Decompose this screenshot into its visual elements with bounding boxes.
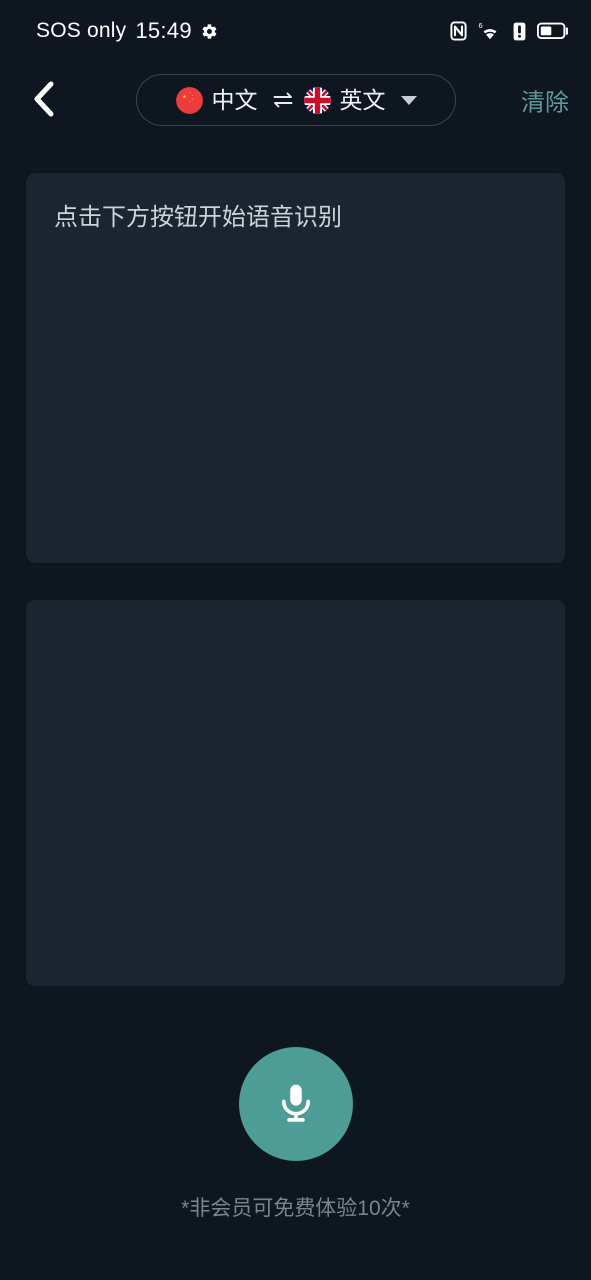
carrier-label: SOS only [36,19,127,42]
recognition-input-panel[interactable]: 点击下方按钮开始语音识别 [26,173,565,563]
china-flag-icon [175,86,203,114]
status-bar-right: 6 [450,21,569,41]
app-screen: SOS only 15:49 6 中文 英文 清除 点击下方按钮开始语音识别 *… [0,0,591,1280]
swap-arrows-icon[interactable] [269,88,293,112]
alert-icon [513,22,526,41]
app-header: 中文 英文 清除 [0,62,591,138]
gear-icon [201,23,218,40]
clock-label: 15:49 [135,18,192,43]
wifi-6-icon: 6 [478,21,502,41]
status-bar-left: SOS only 15:49 [36,18,218,44]
chevron-left-icon [29,79,59,122]
target-language-label: 英文 [339,86,386,113]
status-bar: SOS only 15:49 6 [0,0,591,62]
free-trial-hint: *非会员可免费体验10次* [181,1197,410,1220]
microphone-icon [273,1080,319,1129]
back-button[interactable] [18,74,70,126]
recognition-placeholder-text: 点击下方按钮开始语音识别 [54,204,342,231]
clear-button[interactable]: 清除 [521,83,569,118]
source-language-label: 中文 [211,86,258,113]
uk-flag-icon [303,86,331,114]
chevron-down-icon[interactable] [400,95,417,105]
svg-text:6: 6 [479,21,483,30]
microphone-record-button[interactable] [238,1047,353,1161]
battery-icon [537,22,569,40]
nfc-icon [450,21,467,41]
translation-output-text [26,600,565,628]
language-pair-selector[interactable]: 中文 英文 [136,74,456,126]
translation-output-panel[interactable] [26,600,565,986]
